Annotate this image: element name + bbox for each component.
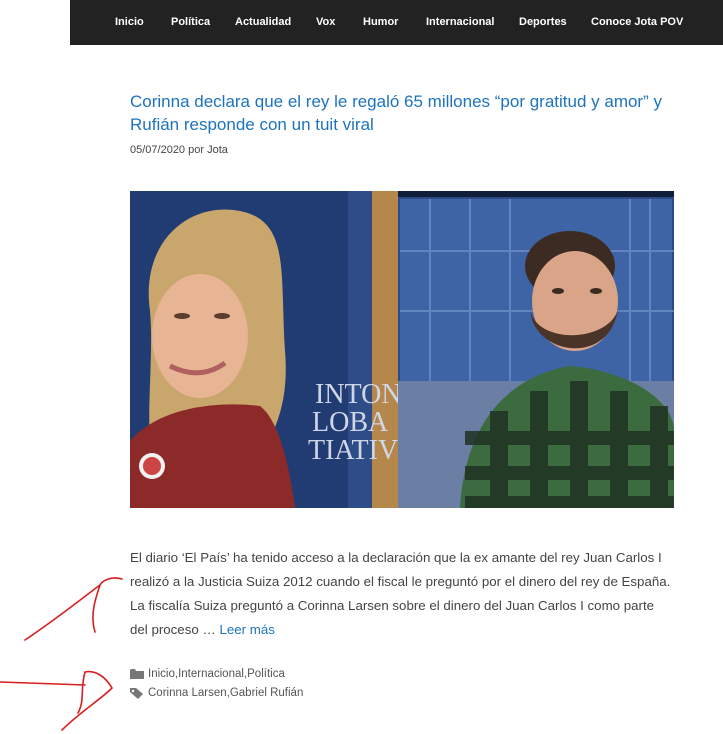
nav-item-humor[interactable]: Humor [363, 16, 398, 28]
image-text-line-1: INTON [315, 379, 402, 410]
featured-image[interactable]: INTON LOBA TIATIV [130, 191, 674, 508]
main-nav: Inicio Política Actualidad Vox Humor Int… [70, 0, 723, 45]
nav-item-conoce-jota-pov[interactable]: Conoce Jota POV [591, 16, 683, 28]
nav-item-actualidad[interactable]: Actualidad [235, 16, 291, 28]
category-link-internacional[interactable]: Internacional [178, 668, 244, 680]
post-by: por [188, 144, 205, 156]
tag-link-gabriel-rufian[interactable]: Gabriel Rufián [230, 687, 304, 699]
post-excerpt: El diario ‘El País’ ha tenido acceso a l… [130, 546, 675, 642]
read-more-link[interactable]: Leer más [219, 622, 274, 637]
post-categories: Inicio, Internacional, Política [130, 668, 285, 680]
nav-item-politica[interactable]: Política [171, 16, 210, 28]
tag-icon [130, 688, 143, 699]
nav-item-internacional[interactable]: Internacional [426, 16, 494, 28]
post-date[interactable]: 05/07/2020 [130, 144, 185, 156]
post-meta: 05/07/2020 por Jota [130, 144, 228, 156]
post-title[interactable]: Corinna declara que el rey le regaló 65 … [130, 90, 675, 136]
nav-item-inicio[interactable]: Inicio [115, 16, 144, 28]
image-text-line-3: TIATIV [308, 435, 398, 466]
image-text-line-2: LOBA [312, 407, 389, 438]
post-author[interactable]: Jota [207, 144, 228, 156]
annotation-arrow-upper [24, 577, 123, 641]
annotation-arrow-lower [0, 670, 113, 731]
post-excerpt-text: El diario ‘El País’ ha tenido acceso a l… [130, 550, 671, 637]
post-tags: Corinna Larsen, Gabriel Rufián [130, 687, 303, 699]
nav-item-deportes[interactable]: Deportes [519, 16, 567, 28]
tag-link-corinna-larsen[interactable]: Corinna Larsen [148, 687, 227, 699]
category-link-inicio[interactable]: Inicio [148, 668, 175, 680]
folder-icon [130, 669, 144, 679]
category-link-politica[interactable]: Política [247, 668, 285, 680]
nav-item-vox[interactable]: Vox [316, 16, 335, 28]
